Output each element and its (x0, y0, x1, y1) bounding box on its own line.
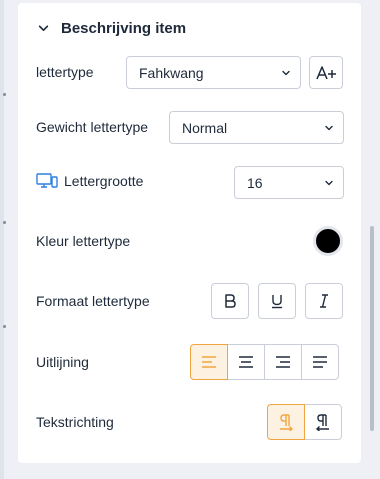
size-label: Lettergrootte (64, 173, 144, 189)
align-label: Uitlijning (36, 354, 89, 370)
font-add-icon (316, 65, 336, 79)
italic-icon (320, 294, 328, 308)
font-size-value: 16 (247, 174, 263, 191)
font-label: lettertype (36, 64, 94, 80)
size-label-group: Lettergrootte (36, 173, 143, 189)
section-title: Beschrijving item (61, 20, 187, 37)
chevron-down-icon (282, 70, 290, 75)
font-weight-value: Normal (182, 119, 228, 136)
rtl-icon (315, 414, 329, 431)
rtl-button[interactable] (304, 404, 342, 440)
add-font-button[interactable] (309, 56, 343, 89)
alignment-group (190, 344, 339, 380)
bold-icon (225, 294, 236, 308)
align-right-button[interactable] (264, 344, 302, 380)
edge-marker (3, 221, 6, 224)
weight-label: Gewicht lettertype (36, 119, 149, 135)
font-weight-select[interactable]: Normal (169, 111, 344, 144)
align-justify-button[interactable] (301, 344, 339, 380)
direction-label: Tekstrichting (36, 414, 114, 430)
align-right-icon (276, 356, 290, 368)
bold-button[interactable] (211, 283, 249, 319)
settings-panel: Beschrijving item lettertype Fahkwang Ge… (18, 3, 361, 463)
format-label: Formaat lettertype (36, 293, 150, 309)
font-family-select[interactable]: Fahkwang (126, 56, 301, 89)
underline-icon (272, 295, 282, 309)
edge-marker (3, 93, 6, 96)
desktop-icon[interactable] (36, 173, 58, 189)
color-label: Kleur lettertype (36, 233, 131, 249)
scrollbar-thumb[interactable] (370, 226, 374, 431)
ltr-icon (280, 414, 294, 431)
edge-marker (3, 325, 6, 328)
align-left-icon (202, 356, 216, 368)
align-justify-icon (313, 356, 327, 368)
font-size-select[interactable]: 16 (234, 166, 344, 199)
font-family-value: Fahkwang (139, 64, 204, 81)
section-header[interactable]: Beschrijving item (38, 20, 186, 37)
align-center-button[interactable] (227, 344, 265, 380)
italic-button[interactable] (305, 283, 343, 319)
chevron-down-icon (325, 125, 333, 130)
direction-group (267, 404, 342, 440)
font-color-swatch[interactable] (313, 226, 343, 256)
align-center-icon (239, 356, 253, 368)
align-left-button[interactable] (190, 344, 228, 380)
chevron-down-icon (325, 180, 333, 185)
ltr-button[interactable] (267, 404, 305, 440)
chevron-down-icon (38, 25, 49, 31)
left-edge (0, 0, 4, 479)
underline-button[interactable] (258, 283, 296, 319)
